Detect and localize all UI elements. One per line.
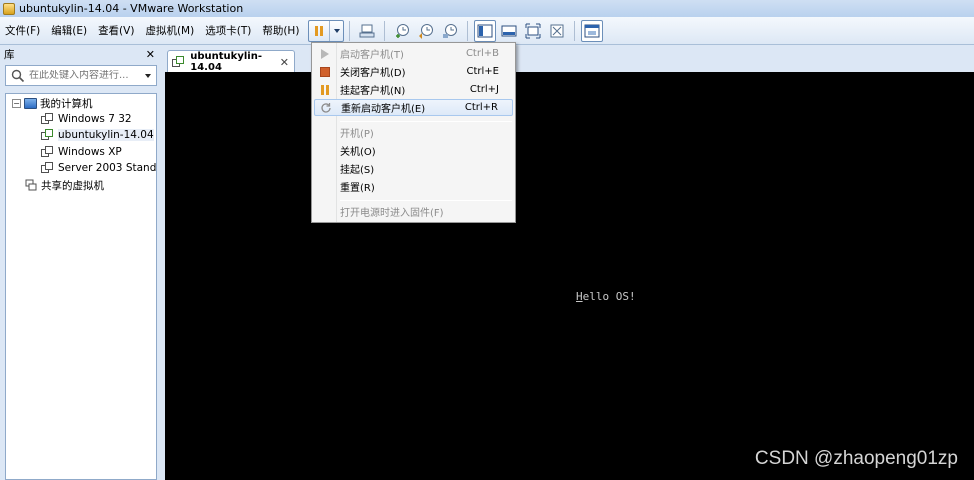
toolbar-divider [467, 20, 469, 41]
thumbnail-view-icon [584, 24, 600, 37]
console-output: Hello OS! [576, 290, 636, 303]
menu-divider [340, 200, 512, 201]
unity-button[interactable] [546, 20, 568, 42]
power-dropdown-button[interactable] [329, 20, 343, 41]
tree-item-vm[interactable]: Windows XP [41, 144, 122, 160]
send-ctrl-alt-del-button[interactable] [356, 20, 378, 42]
tab-vm[interactable]: ubuntukylin-14.04 ✕ [167, 50, 295, 73]
console-view-icon [501, 25, 517, 36]
close-icon[interactable]: ✕ [146, 49, 155, 60]
library-search-input[interactable] [29, 70, 129, 81]
search-icon [11, 69, 25, 82]
toolbar-divider [349, 20, 351, 41]
tree-item-vm[interactable]: Server 2003 Standard [41, 160, 157, 176]
revert-snapshot-button[interactable] [415, 20, 437, 42]
vm-tabstrip: ubuntukylin-14.04 ✕ [162, 46, 974, 73]
pause-icon [321, 84, 329, 95]
library-search[interactable] [5, 65, 157, 86]
pause-button[interactable] [309, 21, 329, 41]
tree-item-label: 我的计算机 [40, 97, 93, 110]
revert-snapshot-icon [419, 23, 434, 39]
pause-icon [315, 25, 324, 36]
tree-item-label: ubuntukylin-14.04 [58, 129, 154, 141]
fullscreen-icon [525, 23, 541, 38]
tree-item-my-computer[interactable]: − 我的计算机 [12, 95, 93, 111]
menu-view[interactable]: 查看(V) [93, 21, 139, 41]
send-ctrl-alt-del-icon [359, 24, 375, 37]
vm-console[interactable] [165, 72, 974, 480]
tab-label: ubuntukylin-14.04 [190, 51, 262, 73]
menu-item-restart-guest[interactable]: 重新启动客户机(E) Ctrl+R [314, 99, 513, 116]
menu-item-shutdown-guest[interactable]: 关闭客户机(D) Ctrl+E [314, 63, 513, 80]
menu-edit[interactable]: 编辑(E) [46, 21, 92, 41]
tree-item-label: 共享的虚拟机 [41, 179, 104, 192]
computer-icon [24, 97, 37, 109]
menu-item-reset[interactable]: 重置(R) [314, 178, 513, 195]
console-text-rest: ello OS! [582, 290, 636, 303]
watermark: CSDN @zhaopeng01zp [754, 448, 958, 469]
vm-running-icon [172, 56, 184, 68]
menu-item-power-on-to-firmware[interactable]: 打开电源时进入固件(F) [314, 203, 513, 220]
unity-icon [550, 24, 564, 37]
vm-icon [41, 162, 54, 174]
snapshot-manager-icon [443, 23, 458, 38]
snapshot-manager-button[interactable] [439, 20, 461, 42]
menu-divider [340, 121, 512, 122]
library-title: 库 [4, 48, 15, 61]
snapshot-icon [396, 23, 410, 38]
library-view-icon [477, 24, 493, 37]
stop-icon [320, 66, 330, 77]
window-title: ubuntukylin-14.04 - VMware Workstation [19, 2, 244, 15]
tree-item-vm[interactable]: Windows 7 32 [41, 111, 132, 127]
menu-help[interactable]: 帮助(H) [257, 21, 304, 41]
vm-icon [41, 113, 54, 125]
snapshot-button[interactable] [391, 20, 413, 42]
fullscreen-button[interactable] [522, 20, 544, 42]
menu-item-suspend-guest[interactable]: 挂起客户机(N) Ctrl+J [314, 81, 513, 98]
vmware-app-icon [3, 2, 15, 15]
window-titlebar: ubuntukylin-14.04 - VMware Workstation [0, 0, 974, 17]
toolbar-divider [574, 20, 576, 41]
library-header: 库 ✕ [0, 46, 160, 62]
console-text-first: H [576, 290, 583, 303]
close-tab-icon[interactable]: ✕ [280, 56, 289, 69]
tree-item-label: Windows 7 32 [58, 113, 132, 125]
restart-icon [321, 102, 331, 113]
menu-item-power-on[interactable]: 开机(P) [314, 124, 513, 141]
console-view-button[interactable] [498, 20, 520, 42]
tree-item-label: Server 2003 Standard [58, 162, 157, 174]
play-icon [321, 48, 329, 59]
menu-tabs[interactable]: 选项卡(T) [200, 21, 256, 41]
shared-vm-icon [25, 179, 37, 191]
chevron-down-icon [333, 28, 340, 33]
menu-item-suspend[interactable]: 挂起(S) [314, 160, 513, 177]
menu-item-power-off[interactable]: 关机(O) [314, 142, 513, 159]
vm-running-icon [41, 129, 54, 141]
tree-item-shared-vms[interactable]: 共享的虚拟机 [25, 177, 104, 193]
menu-vm[interactable]: 虚拟机(M) [140, 21, 199, 41]
power-split-button[interactable] [308, 19, 345, 42]
thumbnail-view-button[interactable] [581, 19, 604, 42]
menubar: 文件(F) 编辑(E) 查看(V) 虚拟机(M) 选项卡(T) 帮助(H) [0, 17, 974, 45]
toolbar-divider [384, 20, 386, 41]
collapse-icon[interactable]: − [12, 98, 21, 108]
menu-item-power-on-guest[interactable]: 启动客户机(T) Ctrl+B [314, 45, 513, 62]
menu-file[interactable]: 文件(F) [0, 21, 45, 41]
chevron-down-icon[interactable] [145, 73, 151, 78]
vm-icon [41, 146, 54, 158]
tree-item-label: Windows XP [58, 146, 122, 158]
library-tree: − 我的计算机 Windows 7 32 ubuntukylin-14.04 W… [5, 93, 157, 480]
library-view-button[interactable] [474, 19, 497, 42]
power-menu: 启动客户机(T) Ctrl+B 关闭客户机(D) Ctrl+E 挂起客户机(N)… [311, 42, 516, 223]
tree-item-vm-selected[interactable]: ubuntukylin-14.04 [41, 127, 154, 143]
